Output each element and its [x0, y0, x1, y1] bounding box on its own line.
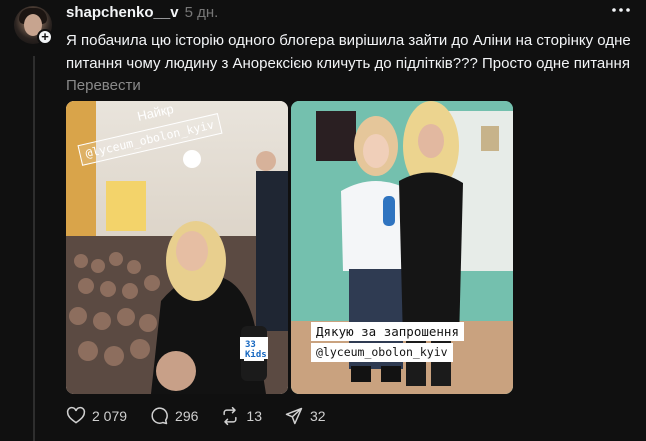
- share-button[interactable]: 32: [284, 406, 326, 426]
- story-caption: Дякую за запрошення: [311, 322, 464, 341]
- like-count: 2 079: [92, 408, 128, 424]
- translate-link[interactable]: Перевести: [66, 77, 141, 94]
- more-options-icon[interactable]: [610, 2, 636, 22]
- post-actions: 2 079 296 13 32: [66, 404, 326, 428]
- comment-icon: [151, 407, 168, 425]
- username[interactable]: shapchenko__v: [66, 4, 179, 21]
- story-tag: @lyceum_obolon_kyiv: [311, 343, 453, 362]
- mic-label: 33 Kids: [244, 339, 267, 361]
- repost-count: 13: [246, 408, 262, 424]
- share-count: 32: [309, 408, 326, 424]
- more-icon: [612, 8, 630, 12]
- follow-plus-icon[interactable]: +: [37, 29, 53, 45]
- post-image-2[interactable]: Дякую за запрошення @lyceum_obolon_kyiv: [291, 101, 513, 394]
- repost-icon: [223, 406, 237, 426]
- thread-line: [33, 56, 35, 441]
- post-header: shapchenko__v 5 дн.: [66, 4, 218, 22]
- post-body: Я побачила цю історію одного блогера вир…: [66, 32, 631, 72]
- share-icon: [285, 407, 303, 425]
- like-button[interactable]: 2 079: [66, 406, 127, 426]
- post-time[interactable]: 5 дн.: [185, 4, 219, 21]
- post-image-1[interactable]: Найкр @lyceum_obolon_kyiv 33 Kids: [66, 101, 288, 394]
- heart-icon: [66, 406, 86, 424]
- comment-count: 296: [175, 408, 199, 424]
- repost-button[interactable]: 13: [220, 406, 262, 426]
- comment-button[interactable]: 296: [149, 406, 198, 426]
- post-text: Я побачила цю історію одного блогера вир…: [66, 30, 636, 98]
